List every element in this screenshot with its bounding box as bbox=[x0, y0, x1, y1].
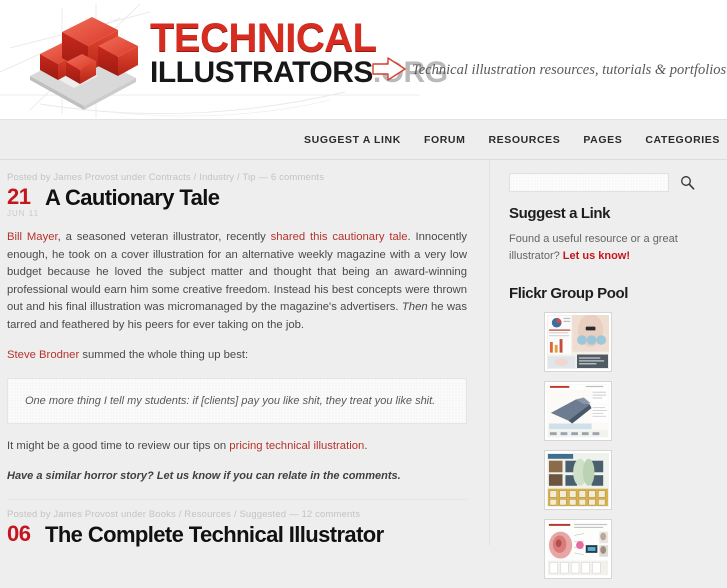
post-title[interactable]: The Complete Technical Illustrator bbox=[45, 523, 384, 546]
post-paragraph-4: Have a similar horror story? Let us know… bbox=[7, 470, 401, 482]
suggest-a-link-title: Suggest a Link bbox=[509, 205, 611, 222]
flickr-thumb-3[interactable] bbox=[544, 450, 612, 510]
search-widget bbox=[509, 172, 716, 192]
flickr-thumb-2[interactable] bbox=[544, 381, 612, 441]
paragraph-text: . bbox=[364, 439, 368, 452]
search-input[interactable] bbox=[509, 172, 669, 192]
site-tagline: Technical illustration resources, tutori… bbox=[412, 62, 727, 78]
ti-logo-icon[interactable] bbox=[18, 10, 148, 110]
sidebar: Suggest a Link Found a useful resource o… bbox=[490, 160, 726, 579]
post-meta: Posted by James Provost under Books / Re… bbox=[7, 508, 361, 520]
nav-item-categories[interactable]: CATEGORIES bbox=[645, 134, 720, 146]
pull-quote: One more thing I tell my students: if [c… bbox=[7, 377, 467, 424]
post-paragraph-2: Steve Brodner summed the whole thing up … bbox=[7, 347, 467, 365]
wordmark-technical: TECHNICAL bbox=[150, 16, 377, 60]
nav-item-forum[interactable]: FORUM bbox=[424, 134, 466, 146]
flickr-group-pool-title: Flickr Group Pool bbox=[509, 285, 629, 302]
link-let-us-know[interactable]: Let us know! bbox=[563, 250, 630, 262]
post-header: 21 JUN 11 A Cautionary Tale bbox=[7, 184, 467, 219]
post-meta: Posted by James Provost under Contracts … bbox=[7, 172, 325, 183]
post-header: 06 The Complete Technical Illustrator bbox=[7, 520, 467, 546]
link-shared-this-cautionary-tale[interactable]: shared this cautionary tale bbox=[271, 231, 408, 243]
post-paragraph-1: Bill Mayer, a seasoned veteran illustrat… bbox=[7, 229, 467, 334]
paragraph-text: . Innocently enough, he took on a cover … bbox=[7, 231, 468, 313]
arrow-right-icon bbox=[372, 57, 406, 81]
page-columns: Posted by James Provost under Contracts … bbox=[0, 160, 727, 579]
flickr-thumb-4[interactable] bbox=[544, 519, 612, 579]
post-month: JUN 11 bbox=[7, 209, 40, 218]
link-steve-brodner[interactable]: Steve Brodner bbox=[7, 349, 79, 361]
site-header: TECHNICAL ILLUSTRATORS .ORG Technical ill… bbox=[0, 0, 727, 120]
post-title[interactable]: A Cautionary Tale bbox=[45, 186, 220, 209]
post-date: 06 bbox=[7, 520, 41, 546]
post-day: 06 bbox=[7, 520, 31, 546]
main-content: Posted by James Provost under Contracts … bbox=[0, 160, 490, 546]
main-navigation: SUGGEST A LINK FORUM RESOURCES PAGES CAT… bbox=[0, 120, 727, 160]
wordmark-illustrators: ILLUSTRATORS bbox=[150, 56, 373, 89]
search-button[interactable] bbox=[676, 172, 698, 192]
paragraph-text: , a seasoned veteran illustrator, recent… bbox=[57, 231, 271, 243]
post-article-1: Posted by James Provost under Contracts … bbox=[7, 172, 467, 486]
suggest-a-link-text: Found a useful resource or a great illus… bbox=[509, 231, 716, 265]
nav-item-resources[interactable]: RESOURCES bbox=[488, 134, 560, 146]
site-wordmark[interactable]: TECHNICAL ILLUSTRATORS .ORG bbox=[150, 16, 448, 90]
flickr-thumb-1[interactable] bbox=[544, 312, 612, 372]
emphasis-then: Then bbox=[401, 301, 428, 313]
post-paragraph-3: It might be a good time to review our ti… bbox=[7, 438, 467, 456]
flickr-thumbnail-grid bbox=[509, 312, 716, 588]
nav-item-pages[interactable]: PAGES bbox=[583, 134, 622, 146]
post-date: 21 JUN 11 bbox=[7, 184, 41, 219]
post-divider bbox=[7, 498, 467, 500]
nav-item-suggest-a-link[interactable]: SUGGEST A LINK bbox=[304, 134, 401, 146]
link-pricing-technical-illustration[interactable]: pricing technical illustration bbox=[229, 440, 364, 452]
page-root: TECHNICAL ILLUSTRATORS .ORG Technical ill… bbox=[0, 0, 727, 579]
search-icon bbox=[680, 175, 694, 190]
paragraph-text: It might be a good time to review our ti… bbox=[7, 439, 230, 452]
post-day: 21 bbox=[7, 184, 31, 209]
paragraph-text: summed the whole thing up best: bbox=[79, 349, 249, 361]
post-article-2: Posted by James Provost under Books / Re… bbox=[7, 509, 467, 546]
link-bill-mayer[interactable]: Bill Mayer bbox=[7, 231, 58, 243]
post-body: Bill Mayer, a seasoned veteran illustrat… bbox=[7, 229, 467, 486]
